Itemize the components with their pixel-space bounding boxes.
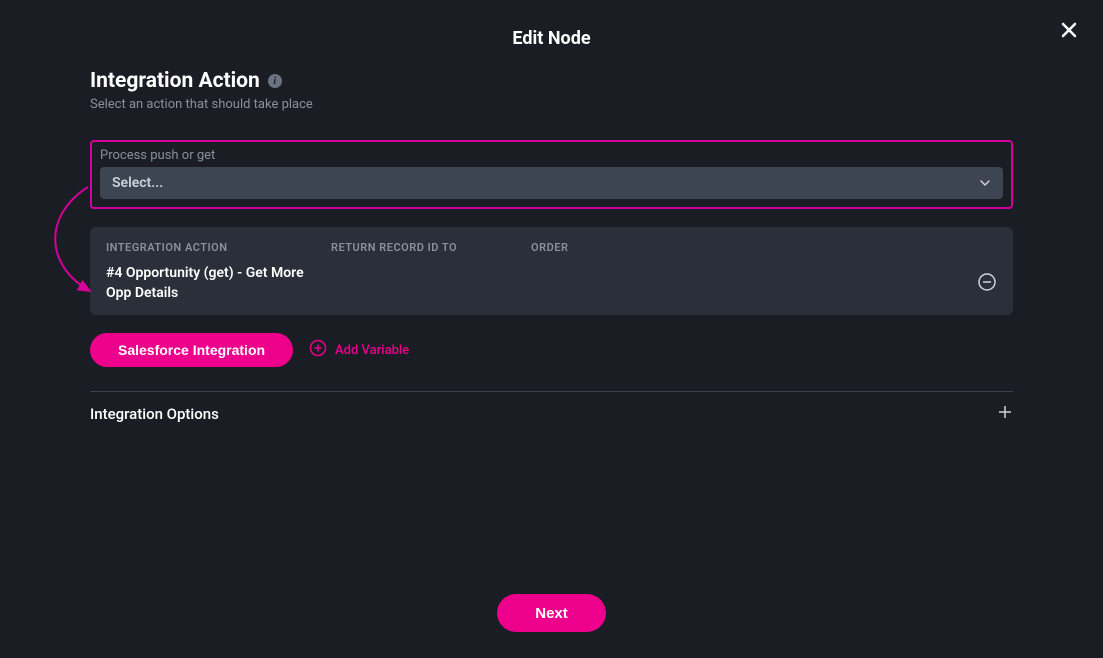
chevron-down-icon xyxy=(979,174,991,193)
remove-icon[interactable] xyxy=(977,272,997,296)
section-subheading: Select an action that should take place xyxy=(90,97,1013,112)
col-header-action: INTEGRATION ACTION xyxy=(106,241,331,254)
modal-content: Integration Action i Select an action th… xyxy=(0,69,1103,424)
modal-footer: Next xyxy=(0,594,1103,632)
row-action-text: #4 Opportunity (get) - Get More Opp Deta… xyxy=(106,264,331,303)
select-value: Select... xyxy=(112,175,163,191)
col-header-return: RETURN RECORD ID TO xyxy=(331,241,531,254)
highlighted-field: Process push or get Select... xyxy=(90,140,1013,209)
add-variable-label: Add Variable xyxy=(335,343,409,358)
plus-circle-icon xyxy=(309,339,327,361)
col-header-order: ORDER xyxy=(531,241,997,254)
process-select[interactable]: Select... xyxy=(100,167,1003,199)
section-heading: Integration Action i xyxy=(90,69,1013,93)
info-icon[interactable]: i xyxy=(268,74,282,88)
divider xyxy=(90,391,1013,392)
table-row: #4 Opportunity (get) - Get More Opp Deta… xyxy=(106,264,997,303)
options-label: Integration Options xyxy=(90,405,219,423)
modal-header: Edit Node xyxy=(0,0,1103,69)
edit-node-modal: Edit Node Integration Action i Select an… xyxy=(0,0,1103,658)
field-label: Process push or get xyxy=(100,148,1003,163)
section-heading-text: Integration Action xyxy=(90,69,260,93)
salesforce-integration-button[interactable]: Salesforce Integration xyxy=(90,333,293,367)
next-button[interactable]: Next xyxy=(497,594,606,632)
integration-options-toggle[interactable]: Integration Options xyxy=(90,404,1013,424)
plus-icon xyxy=(997,404,1013,424)
modal-title: Edit Node xyxy=(0,28,1103,49)
close-icon[interactable] xyxy=(1059,20,1079,44)
table-header: INTEGRATION ACTION RETURN RECORD ID TO O… xyxy=(106,241,997,254)
action-buttons: Salesforce Integration Add Variable xyxy=(90,333,1013,367)
add-variable-button[interactable]: Add Variable xyxy=(309,339,409,361)
integration-table: INTEGRATION ACTION RETURN RECORD ID TO O… xyxy=(90,227,1013,315)
